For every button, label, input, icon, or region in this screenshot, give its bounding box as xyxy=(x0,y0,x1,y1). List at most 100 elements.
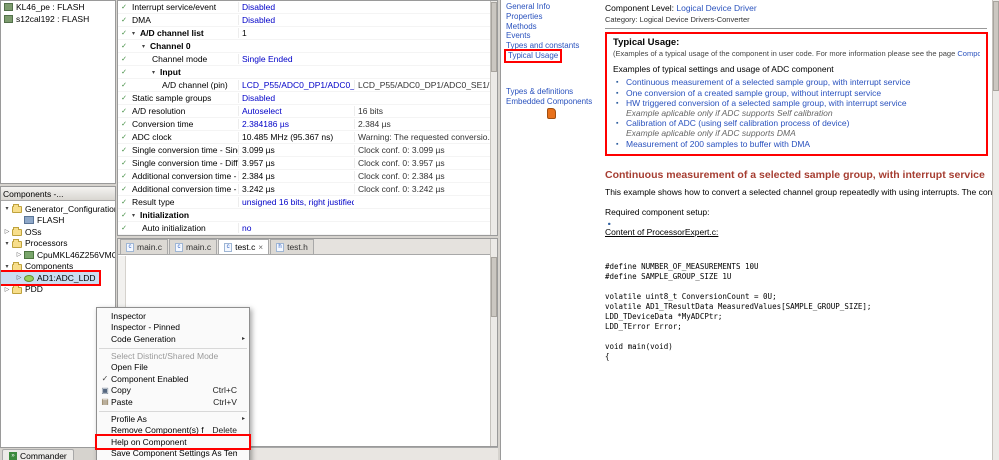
file-ext-letter: c xyxy=(177,244,181,250)
usage-example-link[interactable]: HW triggered conversion of a selected sa… xyxy=(626,98,907,108)
tree-item[interactable]: ▷ AD1:ADC_LDD xyxy=(1,270,101,286)
A/D resolution[interactable]: ✓ A/D resolution Autoselect 16 bits xyxy=(118,105,497,118)
menu-item[interactable]: Profile As ▸ xyxy=(97,413,249,425)
expand-arrow-icon[interactable]: ▷ xyxy=(15,274,23,281)
property-value[interactable]: unsigned 16 bits, right justified xyxy=(238,197,354,207)
project-item[interactable]: s12cal192 : FLASH xyxy=(1,13,115,25)
menu-item[interactable]: Paste Ctrl+V ▸ xyxy=(97,396,249,408)
menu-item[interactable]: Component Enabled ▸ xyxy=(97,373,249,385)
menu-item[interactable]: Code Generation ▸ xyxy=(97,333,249,345)
editor-tab[interactable]: h test.h × xyxy=(270,239,314,254)
menu-item[interactable]: ▸ xyxy=(99,346,247,349)
menu-item[interactable]: Remove Component(s) from Project Delete … xyxy=(97,424,249,436)
Channel 0[interactable]: ✓ ▾ Channel 0 xyxy=(118,40,497,53)
Additional conversion time -[interactable]: ✓ Additional conversion time - 3.242 µs … xyxy=(118,183,497,196)
expand-arrow-icon[interactable]: ▷ xyxy=(15,251,23,258)
property-value[interactable]: 3.099 µs xyxy=(238,145,354,155)
toc-link[interactable]: Events xyxy=(506,31,530,41)
Auto initialization[interactable]: ✓ Auto initialization no xyxy=(118,222,497,235)
property-value[interactable]: 2.384186 µs xyxy=(238,119,354,129)
Conversion time[interactable]: ✓ Conversion time 2.384186 µs 2.384 µs xyxy=(118,118,497,131)
expand-arrow-icon[interactable]: ▷ xyxy=(3,286,11,293)
tree-item[interactable]: ▷ CpuMKL46Z256VMC4 xyxy=(1,249,115,261)
scrollbar-thumb[interactable] xyxy=(491,2,497,72)
expand-arrow-icon[interactable]: ▾ xyxy=(142,43,150,50)
Channel mode[interactable]: ✓ Channel mode Single Ended xyxy=(118,53,497,66)
property-value[interactable]: 10.485 MHz (95.367 ns) xyxy=(238,132,354,142)
A/D channel list[interactable]: ✓ ▾ A/D channel list 1 xyxy=(118,27,497,40)
Interrupt service/event[interactable]: ✓ Interrupt service/event Disabled xyxy=(118,1,497,14)
Input[interactable]: ✓ ▾ Input xyxy=(118,66,497,79)
DMA[interactable]: ✓ DMA Disabled xyxy=(118,14,497,27)
scrollbar-thumb[interactable] xyxy=(993,1,999,91)
ADC clock[interactable]: ✓ ADC clock 10.485 MHz (95.367 ns) Warni… xyxy=(118,131,497,144)
tree-item[interactable]: ▾ Processors xyxy=(1,238,71,250)
project-item[interactable]: KL46_pe : FLASH xyxy=(1,1,115,13)
Additional conversion time -[interactable]: ✓ Additional conversion time - 2.384 µs … xyxy=(118,170,497,183)
tree-item[interactable]: FLASH xyxy=(1,215,67,227)
tree-item[interactable]: ▾ Generator_Configurations xyxy=(1,203,115,215)
menu-item[interactable]: Inspector - Pinned ▸ xyxy=(97,322,249,334)
property-name: Single conversion time - Diffe xyxy=(132,158,238,168)
expand-arrow-icon[interactable]: ▾ xyxy=(132,30,140,37)
Single conversion time - Diffe[interactable]: ✓ Single conversion time - Diffe 3.957 µ… xyxy=(118,157,497,170)
help-scrollbar[interactable] xyxy=(992,0,999,460)
tree-item[interactable]: ▷ PDD xyxy=(1,284,46,296)
expand-arrow-icon[interactable]: ▾ xyxy=(132,212,140,219)
menu-item-label: Open File xyxy=(111,362,148,373)
usage-example-link[interactable]: One conversion of a created sample group… xyxy=(626,88,881,98)
menu-item[interactable]: Open File ▸ xyxy=(97,361,249,373)
typical-usage-page-link[interactable]: Component Code Typical Usage xyxy=(957,49,980,58)
toc-link[interactable]: Types and constants xyxy=(506,41,579,51)
Single conversion time - Sing[interactable]: ✓ Single conversion time - Sing 3.099 µs… xyxy=(118,144,497,157)
toc-link[interactable]: Types & definitions xyxy=(506,87,573,97)
property-value[interactable]: Disabled xyxy=(238,93,354,103)
project-icon xyxy=(4,15,13,23)
usage-example-link[interactable]: Measurement of 200 samples to buffer wit… xyxy=(626,139,810,149)
property-value[interactable]: 3.957 µs xyxy=(238,158,354,168)
Static sample groups[interactable]: ✓ Static sample groups Disabled xyxy=(118,92,497,105)
menu-item[interactable]: Copy Ctrl+C ▸ xyxy=(97,385,249,397)
menu-item[interactable]: ▸ xyxy=(99,409,247,412)
menu-item[interactable]: Select Distinct/Shared Mode ▸ xyxy=(97,350,249,362)
property-value[interactable]: Single Ended xyxy=(238,54,354,64)
editor-tab[interactable]: c main.c × xyxy=(120,239,169,254)
menu-item[interactable]: Help on Component ▸ xyxy=(95,434,251,450)
editor-tab[interactable]: c test.c × xyxy=(218,239,270,254)
A/D channel (pin)[interactable]: ✓ A/D channel (pin) LCD_P55/ADC0_DP1/ADC… xyxy=(118,79,497,92)
toc-link[interactable]: Embedded Components xyxy=(506,97,592,107)
usage-example-link[interactable]: Continuous measurement of a selected sam… xyxy=(626,77,910,87)
property-value[interactable]: 2.384 µs xyxy=(238,171,354,181)
toc-link[interactable]: Properties xyxy=(506,12,542,22)
scrollbar-thumb[interactable] xyxy=(491,257,497,317)
property-value[interactable]: 1 xyxy=(238,28,354,38)
expand-arrow-icon[interactable]: ▾ xyxy=(3,205,11,212)
property-value[interactable]: Disabled xyxy=(238,15,354,25)
component-level-link[interactable]: Logical Device Driver xyxy=(676,3,756,13)
editor-tab[interactable]: c main.c × xyxy=(169,239,218,254)
usage-example-link[interactable]: Calibration of ADC (using self calibrati… xyxy=(626,118,849,129)
commander-view-tab[interactable]: » Commander xyxy=(2,449,74,460)
Result type[interactable]: ✓ Result type unsigned 16 bits, right ju… xyxy=(118,196,497,209)
inspector-scrollbar[interactable] xyxy=(490,1,497,235)
property-comment: Clock conf. 0: 3.242 µs xyxy=(354,184,497,194)
tree-item[interactable]: ▷ OSs xyxy=(1,226,45,238)
tree-item[interactable]: ▾ Components xyxy=(1,261,76,273)
menu-item[interactable]: Inspector ▸ xyxy=(97,310,249,322)
editor-scrollbar[interactable] xyxy=(490,239,497,446)
property-value[interactable]: 3.242 µs xyxy=(238,184,354,194)
property-value[interactable]: Disabled xyxy=(238,2,354,12)
close-tab-icon[interactable]: × xyxy=(258,243,263,252)
property-value[interactable]: LCD_P55/ADC0_DP1/ADC0_SE1/P... xyxy=(238,80,354,90)
toc-link[interactable]: General Info xyxy=(506,2,550,12)
expand-arrow-icon[interactable]: ▾ xyxy=(152,69,160,76)
expand-arrow-icon[interactable]: ▷ xyxy=(3,228,11,235)
toc-link[interactable]: Methods xyxy=(506,22,537,32)
expand-arrow-icon[interactable]: ▾ xyxy=(3,240,11,247)
toc-link[interactable]: Typical Usage xyxy=(503,49,563,63)
menu-item[interactable]: Save Component Settings As Template ▸ xyxy=(97,448,249,460)
property-value[interactable]: Autoselect xyxy=(238,106,354,116)
property-value[interactable]: no xyxy=(238,223,354,233)
Initialization[interactable]: ✓ ▾ Initialization xyxy=(118,209,497,222)
expand-arrow-icon[interactable]: ▾ xyxy=(3,263,11,270)
